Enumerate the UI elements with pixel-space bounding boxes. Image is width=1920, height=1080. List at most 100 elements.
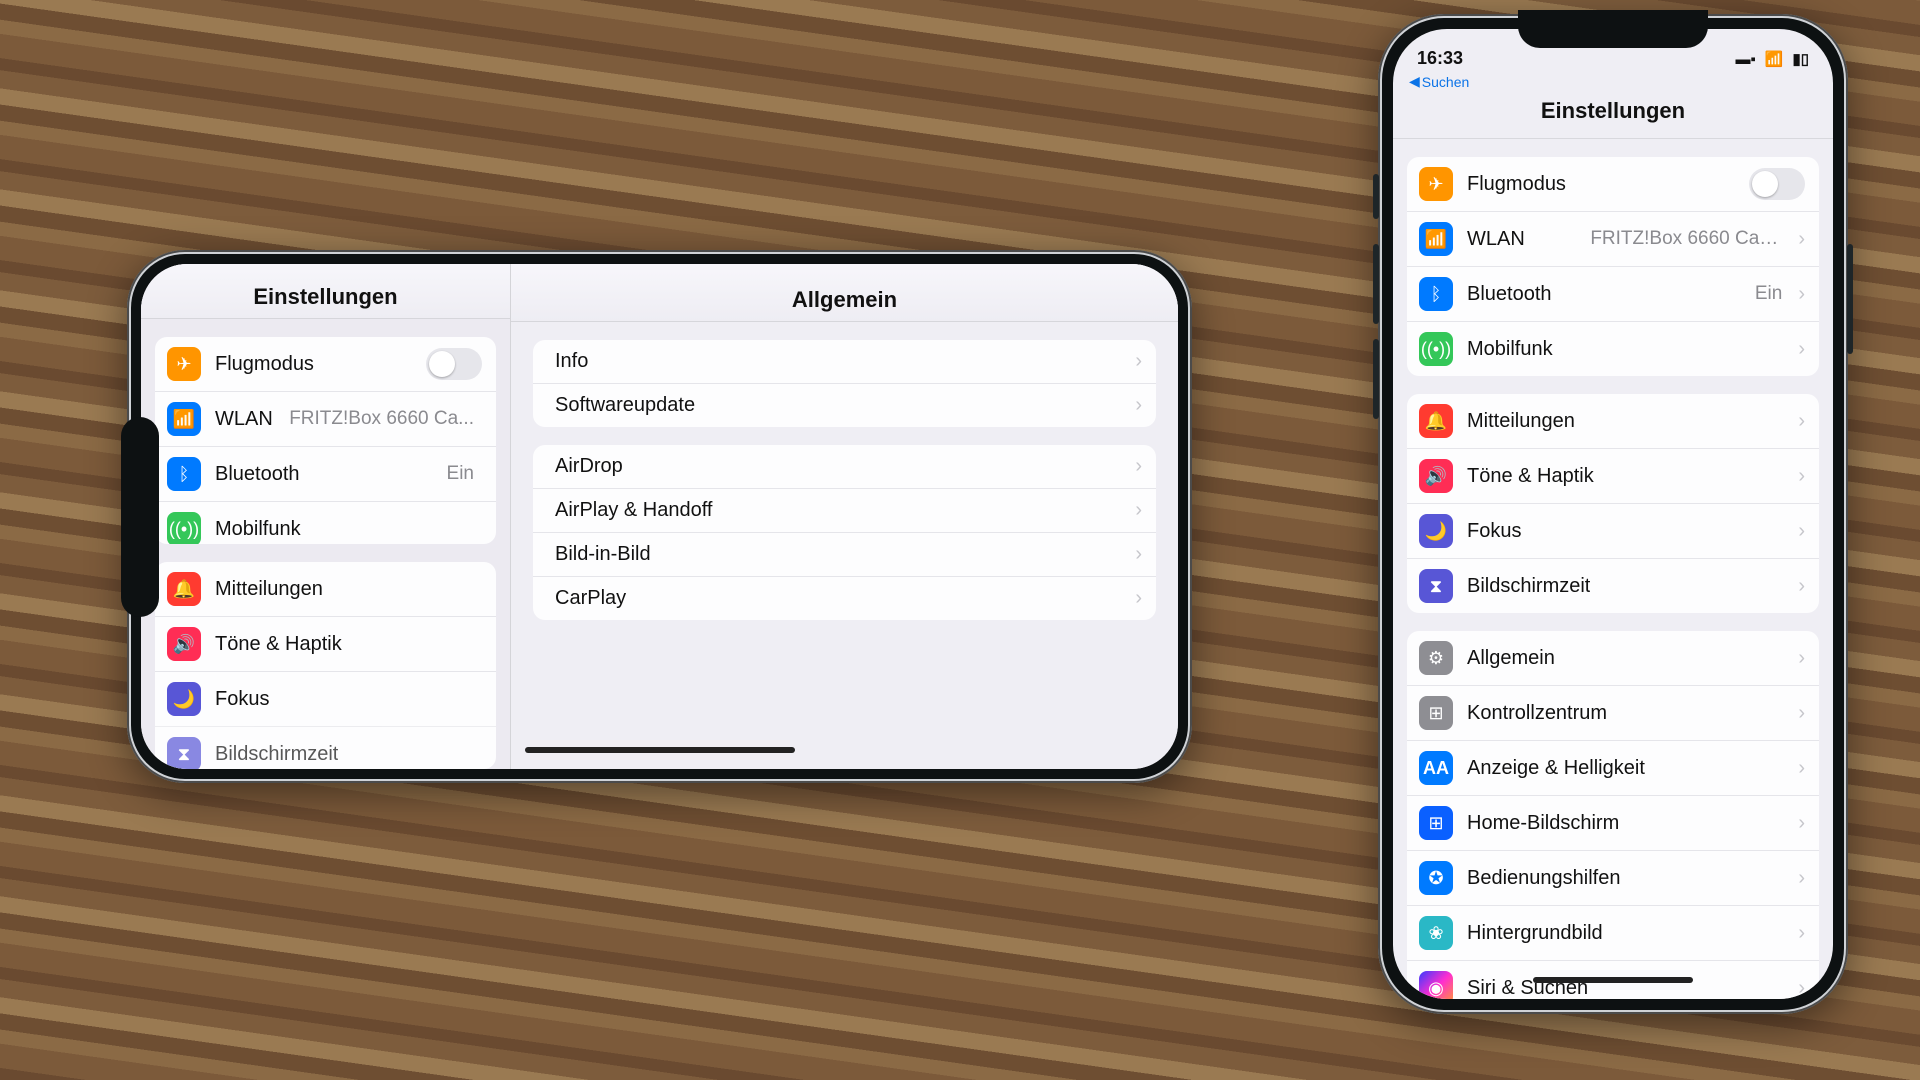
notifications-label: Mitteilungen bbox=[215, 578, 323, 601]
wifi-icon: 📶 bbox=[167, 402, 201, 436]
airplay-label: AirPlay & Handoff bbox=[555, 499, 713, 522]
row-focus[interactable]: 🌙 Fokus bbox=[155, 671, 496, 726]
sounds-label: Töne & Haptik bbox=[1467, 465, 1594, 488]
accessibility-icon: ✪ bbox=[1419, 861, 1453, 895]
row-general[interactable]: ⚙ Allgemein › bbox=[1407, 631, 1819, 685]
bluetooth-value: Ein bbox=[1755, 283, 1790, 305]
airplane-icon: ✈ bbox=[167, 347, 201, 381]
screentime-label: Bildschirmzeit bbox=[215, 743, 338, 766]
mute-switch bbox=[1373, 174, 1379, 219]
volume-up-button bbox=[1373, 244, 1379, 324]
chevron-right-icon: › bbox=[1127, 587, 1142, 610]
page-title: Einstellungen bbox=[1393, 90, 1833, 139]
chevron-right-icon: › bbox=[1790, 922, 1805, 945]
screen-portrait: 16:33 ▬▪ 📶 ▮▯ ◀ Suchen Einstellungen ✈ F… bbox=[1393, 29, 1833, 999]
row-softwareupdate[interactable]: Softwareupdate › bbox=[533, 383, 1156, 427]
chevron-right-icon: › bbox=[1790, 812, 1805, 835]
row-screentime[interactable]: ⧗ Bildschirmzeit › bbox=[1407, 558, 1819, 613]
wallpaper-icon: ❀ bbox=[1419, 916, 1453, 950]
row-airdrop[interactable]: AirDrop › bbox=[533, 445, 1156, 488]
airplane-toggle[interactable] bbox=[1749, 168, 1805, 200]
home-indicator[interactable] bbox=[525, 747, 795, 753]
row-carplay[interactable]: CarPlay › bbox=[533, 576, 1156, 620]
home-indicator[interactable] bbox=[1533, 977, 1693, 983]
row-airplane-mode[interactable]: ✈ Flugmodus bbox=[155, 337, 496, 391]
chevron-right-icon: › bbox=[1790, 283, 1805, 306]
row-cellular[interactable]: ((•)) Mobilfunk › bbox=[1407, 321, 1819, 376]
airplane-toggle[interactable] bbox=[426, 348, 482, 380]
notifications-label: Mitteilungen bbox=[1467, 410, 1575, 433]
wlan-value: FRITZ!Box 6660 Ca... bbox=[289, 408, 482, 430]
status-indicators: ▬▪ 📶 ▮▯ bbox=[1731, 48, 1809, 69]
chevron-right-icon: › bbox=[1790, 867, 1805, 890]
notifications-icon: 🔔 bbox=[167, 572, 201, 606]
screen-landscape: Einstellungen ✈ Flugmodus 📶 WLAN FRITZ!B… bbox=[141, 264, 1178, 769]
row-airplay[interactable]: AirPlay & Handoff › bbox=[533, 488, 1156, 532]
master-title: Einstellungen bbox=[141, 264, 510, 319]
iphone-portrait: 16:33 ▬▪ 📶 ▮▯ ◀ Suchen Einstellungen ✈ F… bbox=[1378, 14, 1848, 1014]
cellular-label: Mobilfunk bbox=[215, 518, 301, 541]
chevron-right-icon: › bbox=[1790, 575, 1805, 598]
control-label: Kontrollzentrum bbox=[1467, 702, 1607, 725]
notch bbox=[1518, 10, 1708, 48]
display-label: Anzeige & Helligkeit bbox=[1467, 757, 1645, 780]
display-icon: AA bbox=[1419, 751, 1453, 785]
row-wallpaper[interactable]: ❀ Hintergrundbild › bbox=[1407, 905, 1819, 960]
general-label: Allgemein bbox=[1467, 647, 1555, 670]
notch bbox=[121, 417, 159, 617]
row-focus[interactable]: 🌙 Fokus › bbox=[1407, 503, 1819, 558]
wifi-signal-icon: 📶 bbox=[1765, 51, 1784, 68]
status-time: 16:33 bbox=[1417, 48, 1463, 69]
screentime-label: Bildschirmzeit bbox=[1467, 575, 1590, 598]
row-sounds[interactable]: 🔊 Töne & Haptik bbox=[155, 616, 496, 671]
row-cellular[interactable]: ((•)) Mobilfunk bbox=[155, 501, 496, 544]
row-bluetooth[interactable]: ᛒ Bluetooth Ein › bbox=[1407, 266, 1819, 321]
chevron-right-icon: › bbox=[1127, 455, 1142, 478]
row-wlan[interactable]: 📶 WLAN FRITZ!Box 6660 Ca... bbox=[155, 391, 496, 446]
bluetooth-label: Bluetooth bbox=[215, 463, 300, 486]
chevron-right-icon: › bbox=[1790, 410, 1805, 433]
settings-group-general: ⚙ Allgemein › ⊞ Kontrollzentrum › AA Anz… bbox=[1407, 631, 1819, 999]
chevron-right-icon: › bbox=[1790, 647, 1805, 670]
row-accessibility[interactable]: ✪ Bedienungshilfen › bbox=[1407, 850, 1819, 905]
row-notifications[interactable]: 🔔 Mitteilungen bbox=[155, 562, 496, 616]
row-control-center[interactable]: ⊞ Kontrollzentrum › bbox=[1407, 685, 1819, 740]
gear-icon: ⚙ bbox=[1419, 641, 1453, 675]
row-sounds[interactable]: 🔊 Töne & Haptik › bbox=[1407, 448, 1819, 503]
pip-label: Bild-in-Bild bbox=[555, 543, 651, 566]
row-notifications[interactable]: 🔔 Mitteilungen › bbox=[1407, 394, 1819, 448]
row-display[interactable]: AA Anzeige & Helligkeit › bbox=[1407, 740, 1819, 795]
settings-scroll[interactable]: ✈ Flugmodus 📶 WLAN FRITZ!Box 6660 Cable … bbox=[1393, 157, 1833, 999]
sounds-icon: 🔊 bbox=[167, 627, 201, 661]
settings-detail-column: Allgemein Info › Softwareupdate › AirDro… bbox=[511, 264, 1178, 769]
back-button[interactable]: ◀ Suchen bbox=[1393, 71, 1833, 90]
row-pip[interactable]: Bild-in-Bild › bbox=[533, 532, 1156, 576]
row-bluetooth[interactable]: ᛒ Bluetooth Ein bbox=[155, 446, 496, 501]
row-screentime[interactable]: ⧗ Bildschirmzeit bbox=[155, 726, 496, 769]
row-about[interactable]: Info › bbox=[533, 340, 1156, 383]
control-center-icon: ⊞ bbox=[1419, 696, 1453, 730]
wlan-label: WLAN bbox=[215, 408, 273, 431]
chevron-left-icon: ◀ bbox=[1409, 73, 1420, 90]
about-label: Info bbox=[555, 350, 588, 373]
iphone-landscape: Einstellungen ✈ Flugmodus 📶 WLAN FRITZ!B… bbox=[127, 250, 1192, 783]
chevron-right-icon: › bbox=[1127, 350, 1142, 373]
sounds-label: Töne & Haptik bbox=[215, 633, 342, 656]
focus-label: Fokus bbox=[215, 688, 269, 711]
wallpaper-label: Hintergrundbild bbox=[1467, 922, 1603, 945]
update-label: Softwareupdate bbox=[555, 394, 695, 417]
carplay-label: CarPlay bbox=[555, 587, 626, 610]
focus-icon: 🌙 bbox=[1419, 514, 1453, 548]
cellular-icon: ((•)) bbox=[167, 512, 201, 544]
battery-icon: ▮▯ bbox=[1792, 51, 1809, 68]
row-wlan[interactable]: 📶 WLAN FRITZ!Box 6660 Cable BL › bbox=[1407, 211, 1819, 266]
accessibility-label: Bedienungshilfen bbox=[1467, 867, 1620, 890]
chevron-right-icon: › bbox=[1127, 394, 1142, 417]
wifi-icon: 📶 bbox=[1419, 222, 1453, 256]
airdrop-label: AirDrop bbox=[555, 455, 623, 478]
row-home-screen[interactable]: ⊞ Home-Bildschirm › bbox=[1407, 795, 1819, 850]
row-airplane-mode[interactable]: ✈ Flugmodus bbox=[1407, 157, 1819, 211]
cellular-icon: ((•)) bbox=[1419, 332, 1453, 366]
settings-group-connectivity: ✈ Flugmodus 📶 WLAN FRITZ!Box 6660 Cable … bbox=[1407, 157, 1819, 376]
back-label: Suchen bbox=[1422, 74, 1469, 90]
